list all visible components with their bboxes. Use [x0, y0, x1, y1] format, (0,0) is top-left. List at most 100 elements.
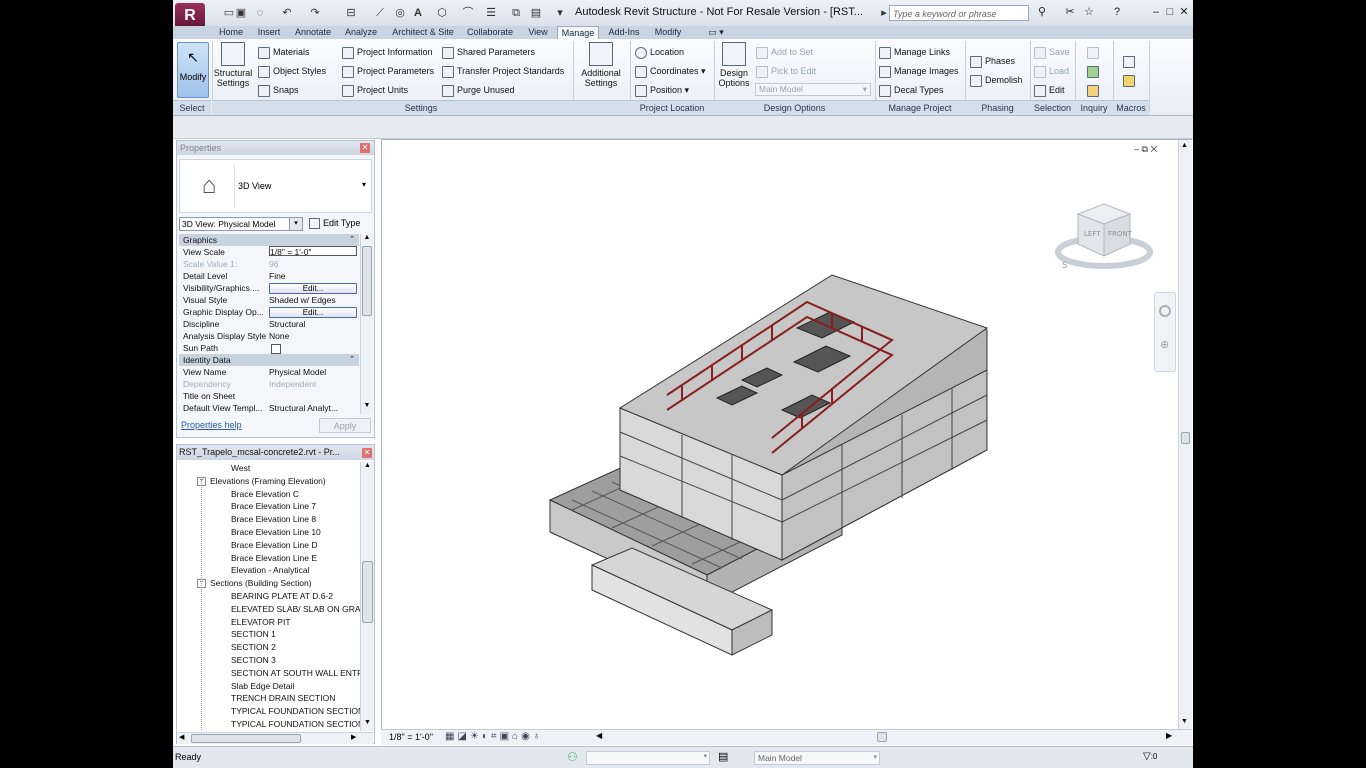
measure-icon[interactable]: ⊟: [344, 6, 358, 20]
tree-view-item[interactable]: Brace Elevation Line E: [231, 552, 317, 565]
ribbon-minimize-icon[interactable]: ▭ ▾: [703, 26, 729, 39]
edit-selection-button[interactable]: Edit: [1034, 82, 1065, 98]
scroll-left-icon[interactable]: ◀: [596, 731, 602, 740]
show-crop-icon[interactable]: ▣: [500, 731, 512, 742]
shared-parameters-button[interactable]: Shared Parameters: [442, 44, 535, 60]
tab-analyze[interactable]: Analyze: [341, 26, 381, 39]
restore-icon[interactable]: ⧉: [1142, 144, 1148, 154]
instance-selector[interactable]: 3D View: Physical Model ▾: [179, 217, 303, 231]
property-edit-button[interactable]: Edit...: [269, 307, 357, 318]
tree-view-item[interactable]: TRENCH DRAIN SECTION: [231, 692, 335, 705]
pick-to-edit-button[interactable]: Pick to Edit: [756, 63, 816, 79]
position-button[interactable]: Position ▾: [635, 82, 689, 98]
load-selection-button[interactable]: Load: [1034, 63, 1069, 79]
purge-unused-button[interactable]: Purge Unused: [442, 82, 515, 98]
scroll-thumb[interactable]: [362, 246, 372, 316]
manage-images-button[interactable]: Manage Images: [879, 63, 959, 79]
property-value[interactable]: None: [269, 330, 357, 342]
design-options-status-icon[interactable]: ▤: [718, 750, 728, 763]
property-value[interactable]: Physical Model: [269, 366, 357, 378]
property-row[interactable]: Discipline Structural: [179, 318, 359, 330]
property-row[interactable]: Graphic Display Op... Edit...: [179, 306, 359, 318]
scroll-down-icon[interactable]: ▼: [362, 402, 372, 412]
panel-title-macros[interactable]: Macros: [1113, 100, 1149, 115]
tab-architect-site[interactable]: Architect & Site: [388, 26, 458, 39]
tree-group[interactable]: − Sections (Building Section): [197, 577, 312, 590]
scroll-left-icon[interactable]: ◀: [179, 733, 184, 741]
thin-lines-icon[interactable]: ☰: [484, 6, 498, 20]
project-parameters-button[interactable]: Project Parameters: [342, 63, 434, 79]
tree-view-item[interactable]: TYPICAL FOUNDATION SECTION: [231, 718, 360, 731]
demolish-button[interactable]: Demolish: [970, 72, 1023, 88]
tree-view-item[interactable]: SECTION 1: [231, 628, 276, 641]
tab-insert[interactable]: Insert: [253, 26, 285, 39]
tab-collaborate[interactable]: Collaborate: [464, 26, 516, 39]
tab-add-ins[interactable]: Add-Ins: [605, 26, 643, 39]
type-selector[interactable]: ⌂ 3D View ▾: [179, 159, 372, 213]
tree-view-item[interactable]: BEARING PLATE AT D.6-2: [231, 590, 333, 603]
redo-icon[interactable]: ↷: [308, 6, 322, 20]
property-value[interactable]: Shaded w/ Edges: [269, 294, 357, 306]
viewcube[interactable]: LEFT FRONT S: [1054, 198, 1154, 278]
macro-manager-button[interactable]: [1123, 53, 1138, 69]
property-row[interactable]: Sun Path: [179, 342, 359, 354]
lock-3d-icon[interactable]: ⌂: [512, 731, 521, 742]
building-3d-model[interactable]: [532, 260, 1022, 670]
property-row[interactable]: Default View Templ... Structural Analyt..…: [179, 402, 359, 414]
panel-title-settings[interactable]: Settings: [212, 100, 630, 115]
tree-view-item[interactable]: Elevation - Analytical: [231, 564, 309, 577]
property-value[interactable]: 1/8" = 1'-0": [269, 246, 357, 256]
properties-scrollbar[interactable]: ▲ ▼: [360, 234, 373, 414]
property-group-header[interactable]: Graphics ⌃: [179, 234, 359, 246]
close-icon[interactable]: ✕: [360, 143, 370, 153]
sun-path-icon[interactable]: ☀: [470, 731, 482, 742]
property-row[interactable]: Analysis Display Style None: [179, 330, 359, 342]
manage-links-button[interactable]: Manage Links: [879, 44, 950, 60]
tree-view-item[interactable]: Brace Elevation Line D: [231, 539, 317, 552]
panel-title-select[interactable]: Select: [173, 100, 211, 115]
panel-title-inquiry[interactable]: Inquiry: [1075, 100, 1113, 115]
detail-level-icon[interactable]: ▦: [445, 731, 457, 742]
location-button[interactable]: Location: [635, 44, 684, 60]
panel-title-project-location[interactable]: Project Location: [630, 100, 714, 115]
tag-icon[interactable]: ◎: [393, 6, 407, 20]
property-row[interactable]: Scale Value 1: 96: [179, 258, 359, 270]
property-row[interactable]: Visibility/Graphics ... Edit...: [179, 282, 359, 294]
undo-icon[interactable]: ↶: [280, 6, 294, 20]
viewcube-front-face[interactable]: FRONT: [1108, 230, 1133, 238]
dimension-icon[interactable]: ⟋: [373, 6, 387, 20]
close-hidden-icon[interactable]: ⧉: [509, 6, 523, 20]
subscription-icon[interactable]: ✂: [1063, 5, 1077, 19]
binoculars-icon[interactable]: ⚲: [1035, 5, 1049, 19]
phases-button[interactable]: Phases: [970, 53, 1015, 69]
3d-viewport[interactable]: – ⧉ ✕ ▲ ▼ LEFT FRONT S ⊕: [381, 139, 1192, 744]
tree-view-item[interactable]: SECTION 3: [231, 654, 276, 667]
section-icon[interactable]: ⌒: [461, 6, 475, 20]
close-icon[interactable]: ✕: [1177, 5, 1191, 19]
scroll-thumb[interactable]: [1181, 432, 1190, 444]
modify-button[interactable]: ↖ Modify: [177, 42, 209, 98]
scroll-right-icon[interactable]: ▶: [1166, 731, 1172, 740]
warnings-button[interactable]: [1087, 82, 1102, 98]
tree-view-item[interactable]: Slab Edge Detail: [231, 680, 294, 693]
tree-group[interactable]: − Elevations (Framing Elevation): [197, 475, 326, 488]
workset-select[interactable]: ▾: [586, 751, 710, 765]
save-selection-button[interactable]: Save: [1034, 44, 1070, 60]
search-input[interactable]: Type a keyword or phrase: [889, 5, 1029, 21]
temporary-hide-icon[interactable]: ◉: [521, 731, 533, 742]
property-row[interactable]: Title on Sheet: [179, 390, 359, 402]
collapse-group-icon[interactable]: ⌃: [349, 354, 355, 366]
tree-view-item[interactable]: Brace Elevation Line 10: [231, 526, 321, 539]
default-3d-view-icon[interactable]: ⬡: [435, 6, 449, 20]
scroll-up-icon[interactable]: ▲: [362, 462, 373, 473]
browser-hscrollbar[interactable]: ◀ ▶: [177, 732, 373, 744]
zoom-icon[interactable]: ⊕: [1160, 338, 1169, 351]
favorites-star-icon[interactable]: ☆: [1082, 5, 1096, 19]
scroll-up-icon[interactable]: ▲: [1181, 142, 1188, 149]
project-units-button[interactable]: Project Units: [342, 82, 408, 98]
tree-view-item[interactable]: Brace Elevation Line 8: [231, 513, 316, 526]
object-styles-button[interactable]: Object Styles: [258, 63, 326, 79]
maximize-icon[interactable]: □: [1163, 5, 1177, 19]
snaps-button[interactable]: Snaps: [258, 82, 299, 98]
materials-button[interactable]: Materials: [258, 44, 310, 60]
